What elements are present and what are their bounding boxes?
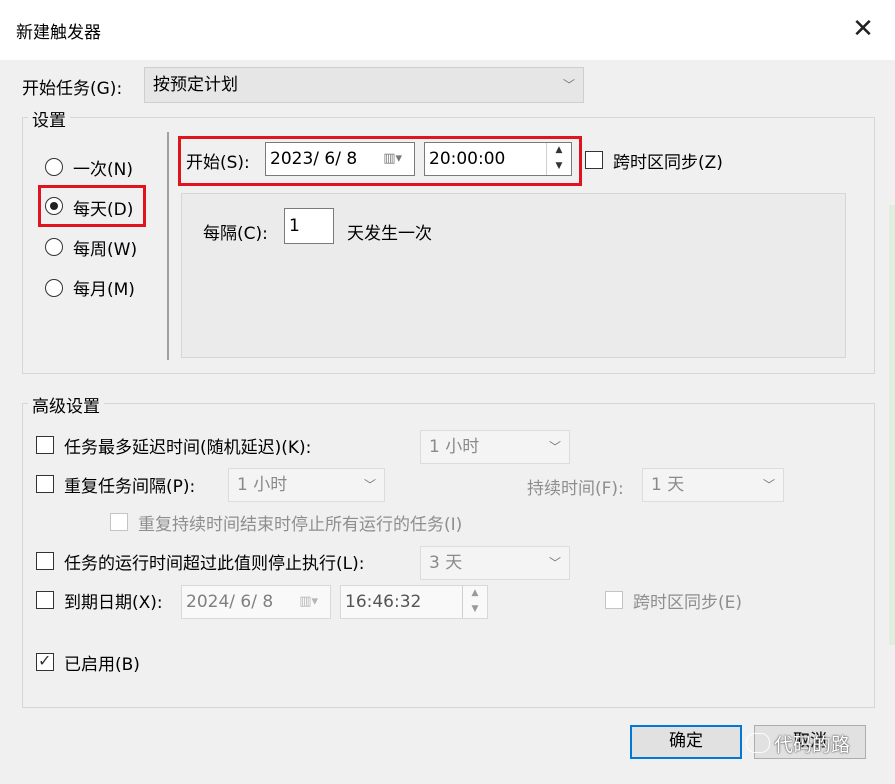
start-time-spinner[interactable]: ▲ ▼ [546, 143, 571, 175]
sync-timezone-label: 跨时区同步(Z) [613, 153, 723, 173]
delay-label: 任务最多延迟时间(随机延迟)(K): [64, 438, 312, 458]
start-time-input[interactable]: 20:00:00 ▲ ▼ [424, 142, 572, 176]
radio-daily[interactable] [45, 197, 63, 215]
chevron-down-icon: ﹀ [762, 478, 775, 492]
recurrence-panel [181, 193, 846, 358]
close-icon[interactable]: ✕ [848, 14, 878, 44]
begin-task-label: 开始任务(G): [22, 79, 123, 99]
recur-days-value: 1 [289, 216, 300, 236]
start-time-value: 20:00:00 [429, 149, 506, 169]
background-window-edge [889, 205, 895, 645]
repeat-dropdown[interactable]: 1 小时 ﹀ [228, 468, 385, 502]
advanced-group-label: 高级设置 [28, 392, 104, 417]
spin-up-icon[interactable]: ▲ [547, 143, 571, 159]
settings-divider [167, 132, 169, 360]
recur-suffix: 天发生一次 [347, 224, 432, 244]
start-label: 开始(S): [186, 153, 250, 173]
duration-dropdown[interactable]: 1 天 ﹀ [642, 468, 784, 502]
enabled-checkbox[interactable] [36, 651, 54, 671]
ok-button[interactable]: 确定 [630, 725, 742, 759]
expire-time-spinner[interactable]: ▲ ▼ [462, 586, 487, 618]
settings-group-label: 设置 [28, 106, 70, 131]
expire-date-picker[interactable]: 2024/ 6/ 8 ▥▾ [181, 585, 331, 619]
radio-daily-label: 每天(D) [73, 200, 134, 220]
repeat-value: 1 小时 [237, 475, 288, 495]
stop-all-label: 重复持续时间结束时停止所有运行的任务(I) [138, 515, 463, 535]
chevron-down-icon: ﹀ [548, 440, 561, 454]
calendar-icon[interactable]: ▥▾ [383, 143, 402, 175]
delay-value: 1 小时 [429, 437, 480, 457]
radio-monthly[interactable] [45, 279, 63, 297]
expire-sync-checkbox[interactable] [605, 591, 623, 609]
chevron-down-icon: ﹀ [548, 556, 561, 570]
sync-timezone-checkbox[interactable] [585, 151, 603, 169]
begin-task-value: 按预定计划 [153, 75, 238, 95]
spin-down-icon[interactable]: ▼ [463, 602, 487, 618]
chevron-down-icon: ﹀ [363, 478, 376, 492]
start-date-value: 2023/ 6/ 8 [270, 149, 358, 169]
radio-once[interactable] [45, 158, 63, 176]
spin-down-icon[interactable]: ▼ [547, 159, 571, 175]
expire-checkbox[interactable] [36, 591, 54, 609]
calendar-icon[interactable]: ▥▾ [299, 586, 318, 618]
duration-value: 1 天 [651, 475, 685, 495]
delay-checkbox[interactable] [36, 436, 54, 454]
window-title: 新建触发器 [16, 23, 101, 43]
title-bar [0, 0, 895, 60]
repeat-checkbox[interactable] [36, 475, 54, 493]
stop-if-label: 任务的运行时间超过此值则停止执行(L): [64, 554, 365, 574]
wechat-icon [746, 733, 770, 753]
radio-weekly-label: 每周(W) [73, 240, 138, 260]
expire-time-input[interactable]: 16:46:32 ▲ ▼ [340, 585, 488, 619]
delay-dropdown[interactable]: 1 小时 ﹀ [420, 430, 570, 464]
recur-label: 每隔(C): [203, 224, 268, 244]
enabled-label: 已启用(B) [64, 655, 140, 675]
stop-if-checkbox[interactable] [36, 552, 54, 570]
radio-once-label: 一次(N) [73, 160, 133, 180]
stop-all-checkbox[interactable] [110, 513, 128, 531]
stop-if-value: 3 天 [429, 553, 463, 573]
stop-if-dropdown[interactable]: 3 天 ﹀ [420, 546, 570, 580]
start-date-picker[interactable]: 2023/ 6/ 8 ▥▾ [265, 142, 415, 176]
spin-up-icon[interactable]: ▲ [463, 586, 487, 602]
expire-date-value: 2024/ 6/ 8 [186, 592, 274, 612]
radio-weekly[interactable] [45, 238, 63, 256]
expire-sync-label: 跨时区同步(E) [633, 593, 743, 613]
repeat-label: 重复任务间隔(P): [64, 477, 196, 497]
recur-days-input[interactable]: 1 [284, 208, 334, 244]
begin-task-dropdown[interactable]: 按预定计划 ﹀ [144, 67, 584, 103]
chevron-down-icon: ﹀ [562, 78, 575, 92]
expire-label: 到期日期(X): [64, 593, 163, 613]
duration-label: 持续时间(F): [527, 479, 624, 499]
expire-time-value: 16:46:32 [345, 592, 422, 612]
watermark-text: 代码的路 [774, 734, 851, 756]
radio-monthly-label: 每月(M) [73, 280, 135, 300]
